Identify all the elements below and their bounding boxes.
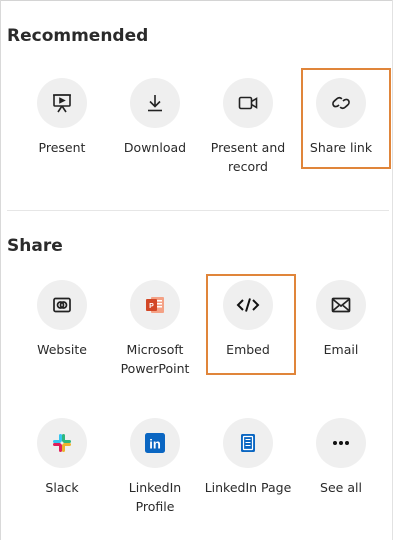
more-icon [316,418,366,468]
code-icon [223,280,273,330]
svg-text:P: P [149,303,154,310]
linkedin-page-button[interactable]: LinkedIn Page [202,418,294,497]
share-link-button[interactable]: Share link [295,78,387,157]
mail-icon [316,280,366,330]
download-icon [130,78,180,128]
website-label: Website [37,342,87,357]
download-button[interactable]: Download [109,78,201,157]
linkedin-profile-label: LinkedIn Profile [128,480,182,514]
present-icon [37,78,87,128]
section-title-recommended: Recommended [7,26,149,46]
slack-label: Slack [45,480,79,495]
section-title-share: Share [7,236,63,256]
see-all-button[interactable]: See all [295,418,387,497]
website-icon [37,280,87,330]
share-link-label: Share link [309,140,373,155]
panel-top-border [0,0,393,1]
present-button[interactable]: Present [16,78,108,157]
svg-text:in: in [149,437,161,452]
powerpoint-label: Microsoft PowerPoint [120,342,190,376]
panel-left-border [0,0,1,540]
email-button[interactable]: Email [295,280,387,359]
see-all-label: See all [320,480,362,495]
section-divider [7,210,389,211]
website-button[interactable]: Website [16,280,108,359]
embed-label: Embed [226,342,270,357]
download-label: Download [123,140,187,155]
slack-icon [37,418,87,468]
present-and-record-button[interactable]: Present and record [202,78,294,176]
present-label: Present [38,140,86,155]
present-and-record-label: Present and record [210,140,286,174]
slack-button[interactable]: Slack [16,418,108,497]
linkedin-profile-button[interactable]: in LinkedIn Profile [109,418,201,516]
powerpoint-button[interactable]: P Microsoft PowerPoint [109,280,201,378]
linkedin-page-label: LinkedIn Page [204,480,292,495]
embed-button[interactable]: Embed [202,280,294,359]
email-label: Email [323,342,359,357]
powerpoint-icon: P [130,280,180,330]
link-icon [316,78,366,128]
camera-icon [223,78,273,128]
linkedin-page-icon [223,418,273,468]
linkedin-icon: in [130,418,180,468]
